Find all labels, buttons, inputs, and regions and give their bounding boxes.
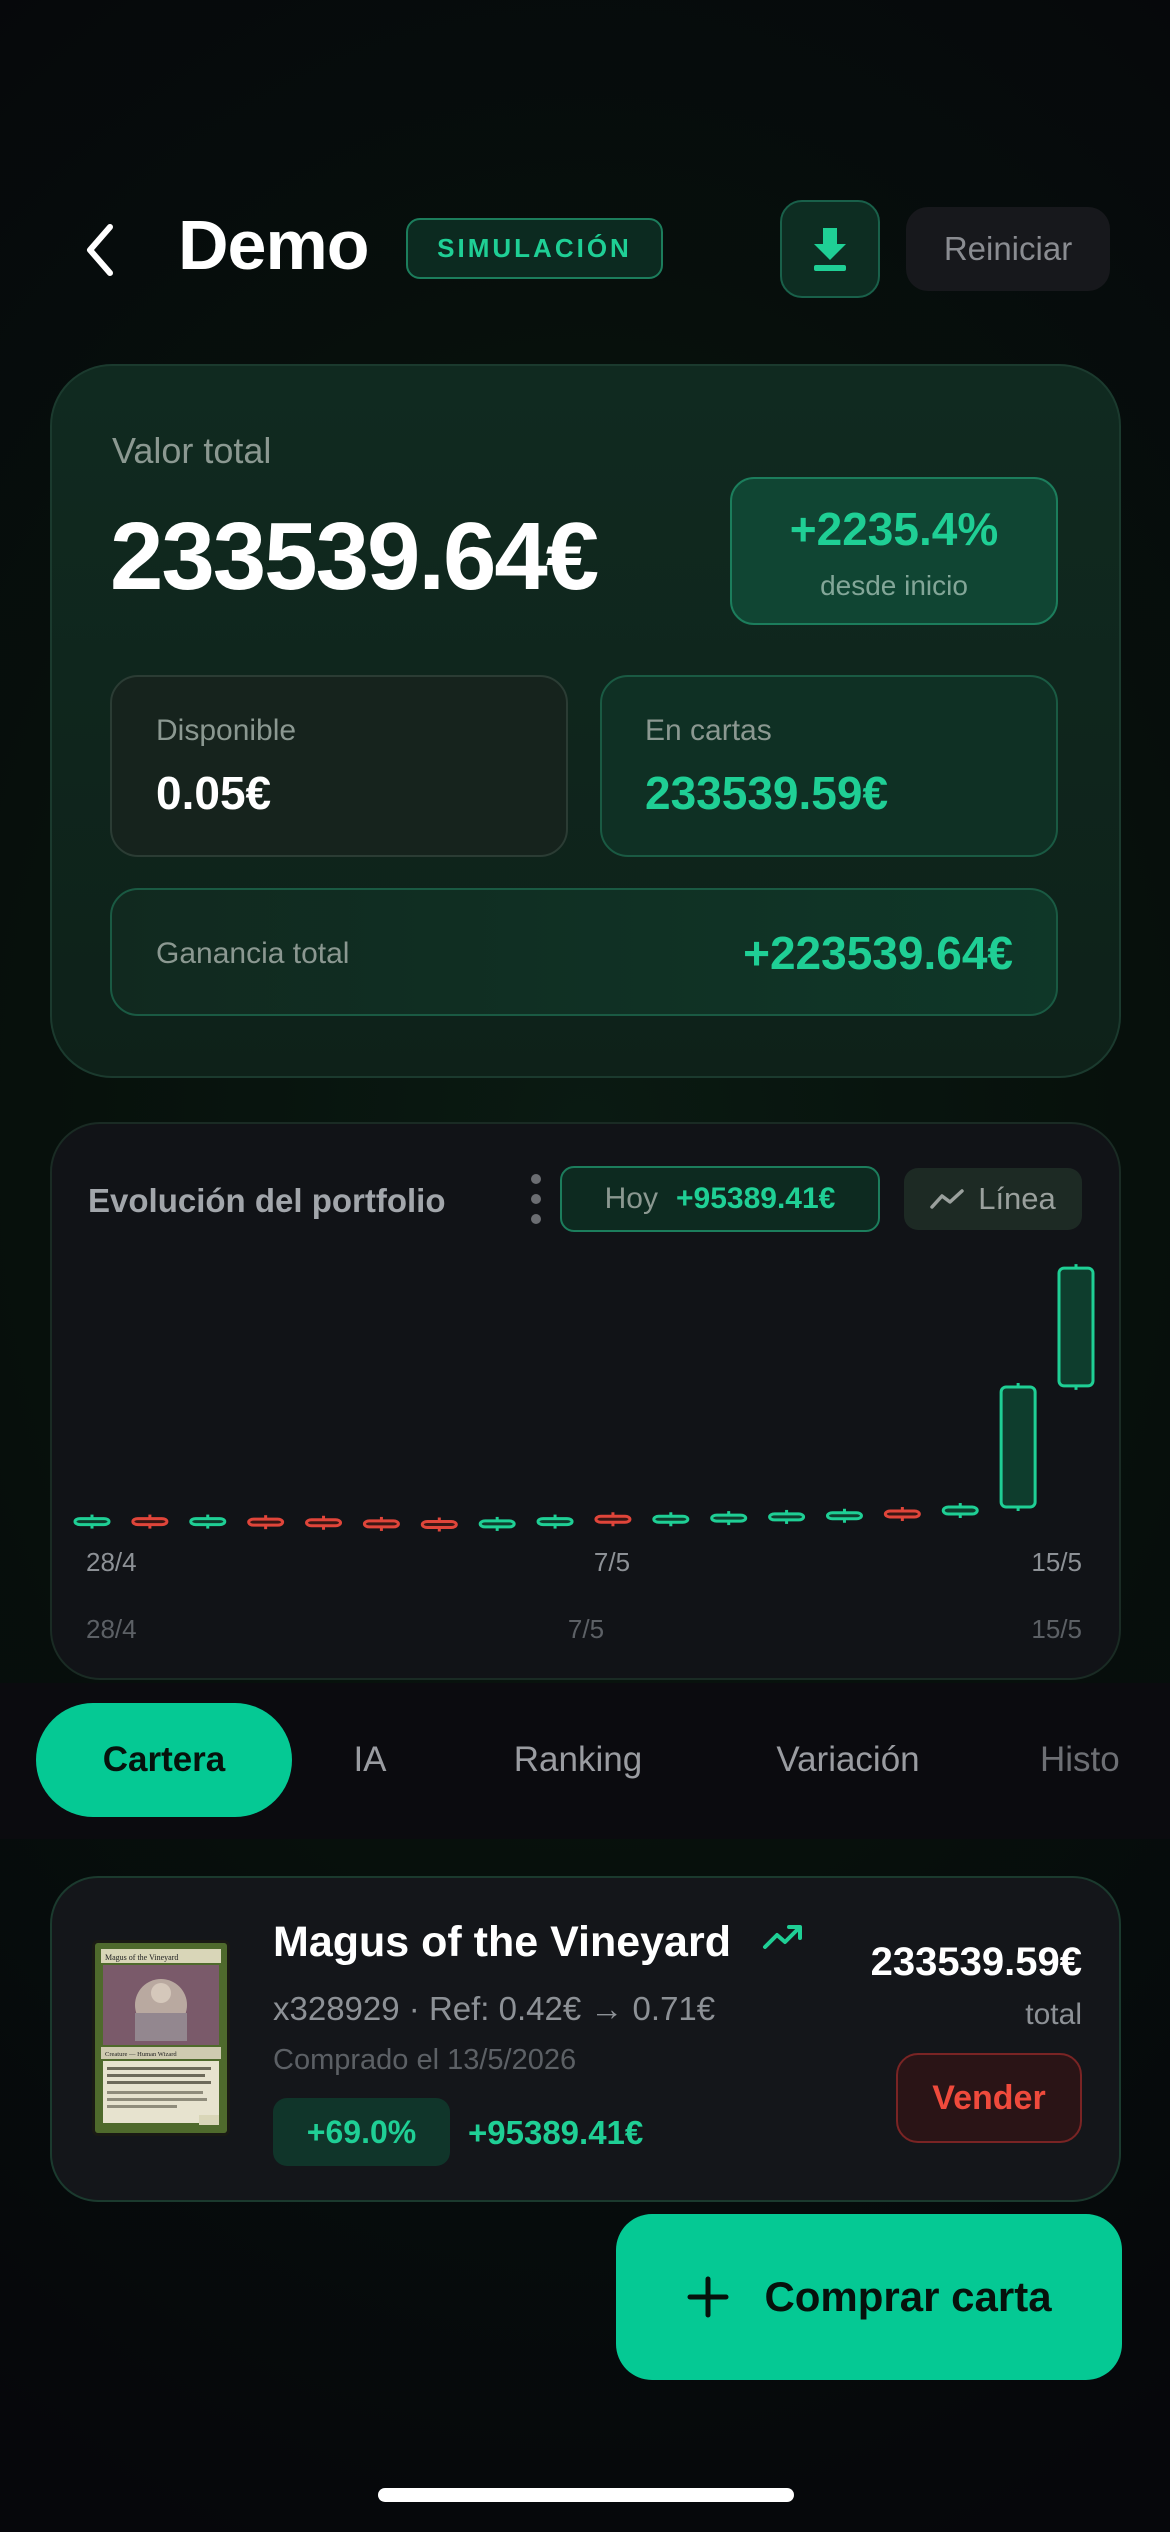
- tab-ia[interactable]: IA: [330, 1703, 410, 1817]
- candle-body: [420, 1520, 458, 1530]
- line-chart-icon: [930, 1189, 964, 1209]
- candle-body: [999, 1385, 1037, 1509]
- candle-13/5: [941, 1503, 979, 1519]
- simulation-badge: SIMULACIÓN: [406, 218, 663, 279]
- plus-icon: [687, 2276, 729, 2318]
- today-label: Hoy: [604, 1182, 658, 1215]
- tab-variacion[interactable]: Variación: [752, 1703, 944, 1817]
- candle-29/4: [131, 1514, 169, 1529]
- buy-card-button[interactable]: Comprar carta: [616, 2214, 1122, 2380]
- chart-mode-label: Línea: [978, 1181, 1056, 1216]
- total-gain-label: Ganancia total: [156, 937, 350, 970]
- holding-total: 233539.59€: [870, 1940, 1082, 1984]
- total-gain-value: +223539.64€: [743, 927, 1013, 979]
- holding-gain: +95389.41€: [468, 2114, 644, 2151]
- axis-label-mid: 7/5: [594, 1547, 630, 1577]
- candle-body: [710, 1513, 748, 1523]
- candle-30/4: [189, 1514, 227, 1529]
- holding-total-label: total: [1025, 1998, 1082, 2031]
- axis-label-start: 28/4: [86, 1547, 137, 1577]
- candle-7/5: [594, 1512, 632, 1527]
- chevron-left-icon: [87, 224, 113, 276]
- thumb-title: Magus of the Vineyard: [105, 1953, 178, 1962]
- candle-body: [941, 1505, 979, 1516]
- available-label: Disponible: [156, 714, 297, 747]
- mtg-card-icon: Magus of the Vineyard Creature — Human W…: [95, 1943, 227, 2133]
- candle-body: [305, 1518, 343, 1528]
- candle-5/5: [478, 1516, 516, 1531]
- candle-4/5: [420, 1517, 458, 1532]
- candle-body: [362, 1519, 400, 1529]
- download-icon: [814, 228, 846, 271]
- candle-body: [73, 1517, 111, 1527]
- candle-body: [131, 1517, 169, 1527]
- axis-label-bottom-end: 15/5: [1031, 1614, 1082, 1644]
- candle-body: [768, 1512, 806, 1522]
- candle-8/5: [652, 1512, 690, 1527]
- candle-12/5: [883, 1507, 921, 1522]
- today-change-pill: Hoy +95389.41€: [560, 1166, 880, 1232]
- sell-button[interactable]: Vender: [896, 2053, 1082, 2143]
- chart-title: Evolución del portfolio: [88, 1182, 446, 1219]
- back-button[interactable]: [70, 215, 130, 285]
- in-cards-value: 233539.59€: [645, 767, 889, 819]
- reset-button[interactable]: Reiniciar: [906, 207, 1110, 291]
- in-cards-label: En cartas: [645, 714, 772, 747]
- holding-percent-badge: +69.0%: [273, 2098, 450, 2166]
- candle-2/5: [305, 1515, 343, 1530]
- holding-purchase-date: Comprado el 13/5/2026: [273, 2044, 577, 2076]
- change-percent: +2235.4%: [789, 503, 999, 555]
- candle-1/5: [247, 1515, 285, 1530]
- candle-3/5: [362, 1516, 400, 1531]
- change-since-label: desde inicio: [820, 570, 968, 601]
- buy-card-label: Comprar carta: [764, 2273, 1052, 2320]
- drag-handle-icon[interactable]: [528, 1170, 544, 1230]
- chart-mode-toggle[interactable]: Línea: [904, 1168, 1082, 1230]
- today-value: +95389.41€: [676, 1182, 836, 1215]
- holding-meta: x328929 · Ref: 0.42€ → 0.71€: [273, 1990, 716, 2027]
- candle-9/5: [710, 1511, 748, 1526]
- candle-body: [825, 1511, 863, 1521]
- candle-15/5: [1057, 1264, 1095, 1390]
- page-title: Demo: [178, 206, 369, 284]
- home-indicator: [378, 2488, 794, 2502]
- axis-label-end: 15/5: [1031, 1547, 1082, 1577]
- download-button[interactable]: [780, 200, 880, 298]
- candle-11/5: [825, 1508, 863, 1523]
- thumb-type: Creature — Human Wizard: [105, 2051, 177, 2058]
- card-image: Magus of the Vineyard Creature — Human W…: [92, 1940, 230, 2136]
- candle-6/5: [536, 1514, 574, 1529]
- tab-cartera[interactable]: Cartera: [36, 1703, 292, 1817]
- total-value: 233539.64€: [110, 503, 599, 610]
- tab-historial[interactable]: Histo: [1040, 1703, 1170, 1817]
- candle-10/5: [768, 1509, 806, 1524]
- total-value-label: Valor total: [112, 430, 272, 471]
- candle-body: [594, 1514, 632, 1524]
- portfolio-chart: 28/4 7/5 15/5 28/4 7/5 15/5: [73, 1264, 1095, 1644]
- candle-body: [883, 1509, 921, 1519]
- holding-name: Magus of the Vineyard: [273, 1918, 731, 1966]
- tab-ranking[interactable]: Ranking: [490, 1703, 666, 1817]
- candle-14/5: [999, 1383, 1037, 1512]
- available-value: 0.05€: [156, 767, 272, 819]
- candle-body: [189, 1517, 227, 1527]
- axis-label-bottom-mid: 7/5: [568, 1614, 604, 1644]
- candle-28/4: [73, 1514, 111, 1529]
- axis-label-bottom-start: 28/4: [86, 1614, 137, 1644]
- candle-body: [478, 1519, 516, 1529]
- candle-body: [652, 1514, 690, 1524]
- candle-body: [1057, 1266, 1095, 1388]
- candle-body: [536, 1517, 574, 1527]
- candle-body: [247, 1517, 285, 1527]
